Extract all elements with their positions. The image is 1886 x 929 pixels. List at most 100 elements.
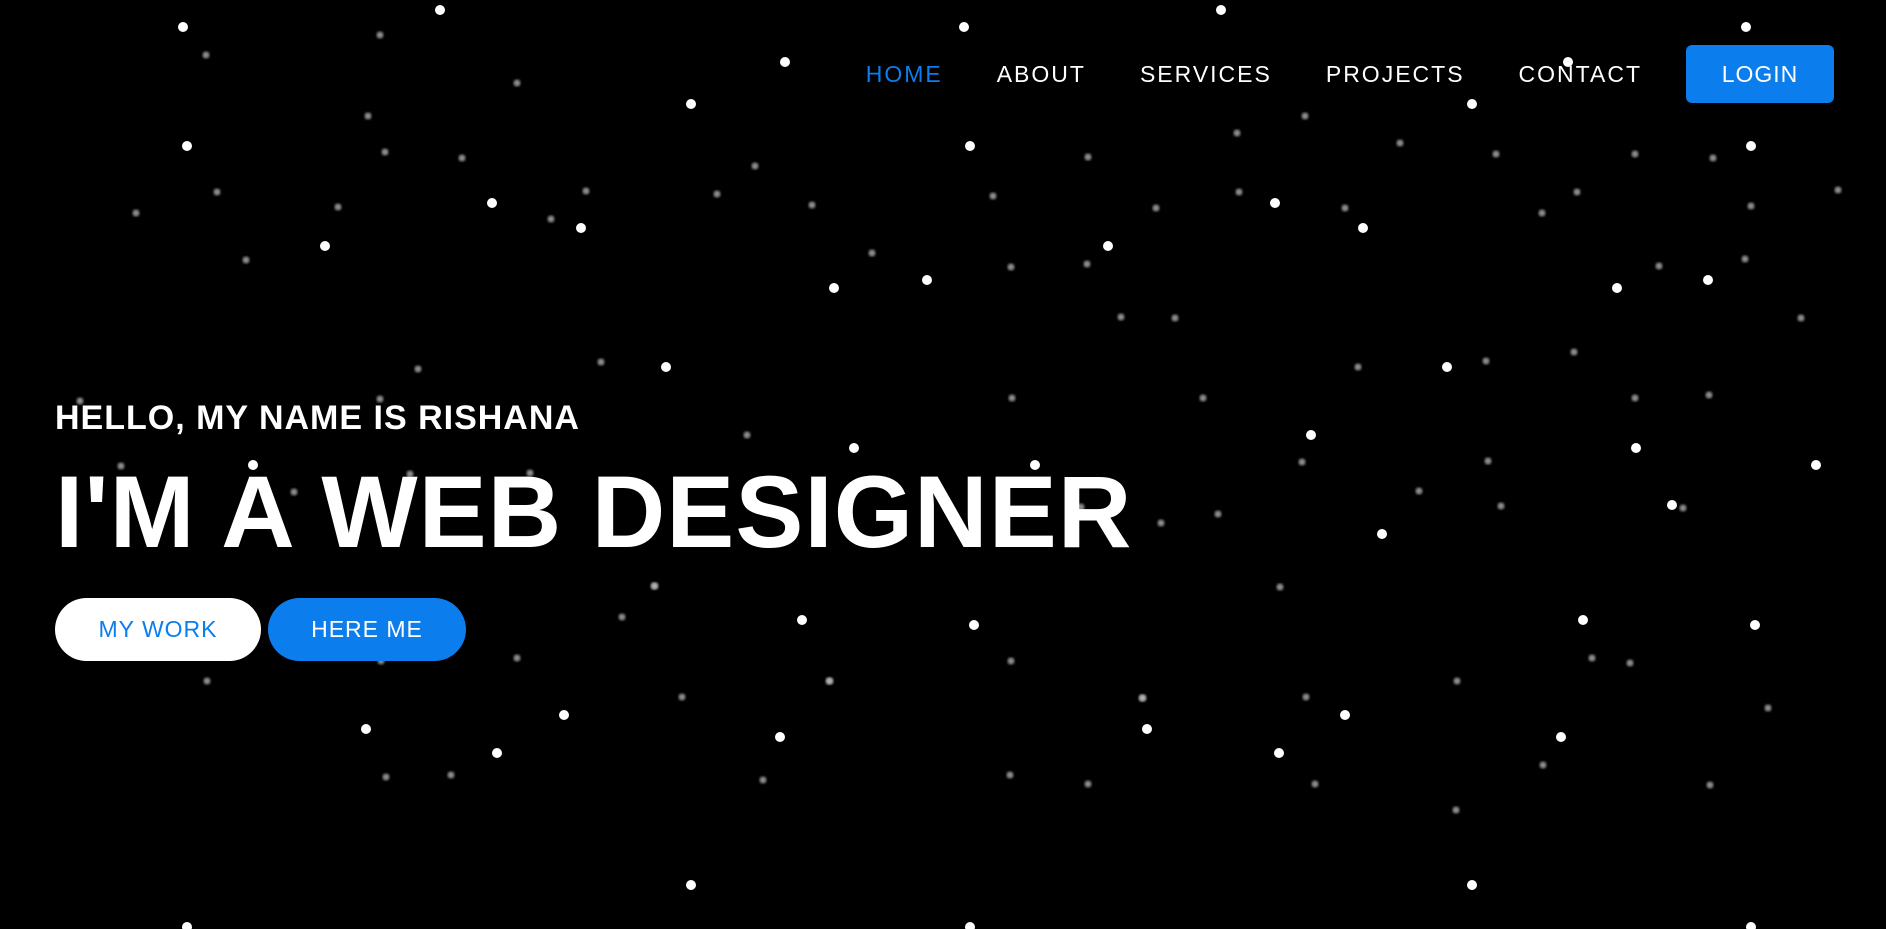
nav-home-link[interactable]: HOME [866, 61, 943, 88]
dim-star [1631, 150, 1639, 158]
dim-star [751, 162, 759, 170]
dim-star [1354, 363, 1362, 371]
dim-star [868, 249, 876, 257]
star [1631, 443, 1641, 453]
dim-star [1747, 202, 1755, 210]
dim-star [1539, 761, 1547, 769]
dim-star [364, 112, 372, 120]
star [1746, 141, 1756, 151]
dim-star [1007, 263, 1015, 271]
nav-projects-link[interactable]: PROJECTS [1326, 61, 1465, 88]
star [1340, 710, 1350, 720]
star [182, 922, 192, 929]
cta-row: MY WORK HERE ME [55, 598, 1132, 661]
star [182, 141, 192, 151]
nav-contact-link[interactable]: CONTACT [1519, 61, 1642, 88]
dim-star [713, 190, 721, 198]
star [965, 922, 975, 929]
main-nav: HOME ABOUT SERVICES PROJECTS CONTACT LOG… [866, 44, 1834, 104]
dim-star [1573, 188, 1581, 196]
dim-star [458, 154, 466, 162]
dim-star [1482, 357, 1490, 365]
dim-star [1298, 458, 1306, 466]
star [1746, 922, 1756, 929]
dim-star [1705, 391, 1713, 399]
star [1750, 620, 1760, 630]
dim-star [1588, 654, 1596, 662]
dim-star [334, 203, 342, 211]
nav-services-link[interactable]: SERVICES [1140, 61, 1272, 88]
hero-intro: HELLO, MY NAME IS RISHANA [55, 399, 580, 437]
dim-star [447, 771, 455, 779]
star [1216, 5, 1226, 15]
dim-star [1341, 204, 1349, 212]
star [320, 241, 330, 251]
star [1811, 460, 1821, 470]
dim-star [989, 192, 997, 200]
star [1103, 241, 1113, 251]
star [1442, 362, 1452, 372]
nav-about-link[interactable]: ABOUT [997, 61, 1086, 88]
star [1578, 615, 1588, 625]
dim-star [678, 693, 686, 701]
page: HOME ABOUT SERVICES PROJECTS CONTACT LOG… [0, 0, 1886, 929]
dim-star [1311, 780, 1319, 788]
dim-star [376, 31, 384, 39]
dim-star [1497, 502, 1505, 510]
my-work-button[interactable]: MY WORK [55, 598, 261, 661]
star [178, 22, 188, 32]
star [435, 5, 445, 15]
dim-star [1764, 704, 1772, 712]
dim-star [414, 365, 422, 373]
star [1274, 748, 1284, 758]
dim-star [759, 776, 767, 784]
dim-star [1301, 112, 1309, 120]
dim-star [1706, 781, 1714, 789]
star [959, 22, 969, 32]
dim-star [242, 256, 250, 264]
dim-star [1138, 694, 1146, 702]
dim-star [1171, 314, 1179, 322]
login-button[interactable]: LOGIN [1686, 45, 1834, 103]
dim-star [1396, 139, 1404, 147]
hire-me-button[interactable]: HERE ME [268, 598, 466, 661]
dim-star [1006, 771, 1014, 779]
dim-star [1235, 188, 1243, 196]
dim-star [1655, 262, 1663, 270]
dim-star [1741, 255, 1749, 263]
star [1556, 732, 1566, 742]
dim-star [1083, 260, 1091, 268]
star [775, 732, 785, 742]
dim-star [1452, 806, 1460, 814]
dim-star [213, 188, 221, 196]
hero-section: HELLO, MY NAME IS RISHANA I'M A WEB DESI… [55, 392, 1132, 661]
star [686, 99, 696, 109]
dim-star [1570, 348, 1578, 356]
dim-star [1484, 457, 1492, 465]
dim-star [382, 773, 390, 781]
dim-star [1631, 394, 1639, 402]
star [576, 223, 586, 233]
dim-star [1453, 677, 1461, 685]
star [1741, 22, 1751, 32]
star [829, 283, 839, 293]
dim-star [1084, 780, 1092, 788]
dim-star [582, 187, 590, 195]
dim-star [1214, 510, 1222, 518]
star [1667, 500, 1677, 510]
dim-star [513, 79, 521, 87]
dim-star [597, 358, 605, 366]
star [1306, 430, 1316, 440]
dim-star [203, 677, 211, 685]
star [1612, 283, 1622, 293]
dim-star [1233, 129, 1241, 137]
dim-star [132, 209, 140, 217]
dim-star [1492, 150, 1500, 158]
star [361, 724, 371, 734]
star [559, 710, 569, 720]
star [1467, 880, 1477, 890]
star [1358, 223, 1368, 233]
star [661, 362, 671, 372]
dim-star [202, 51, 210, 59]
dim-star [1415, 487, 1423, 495]
